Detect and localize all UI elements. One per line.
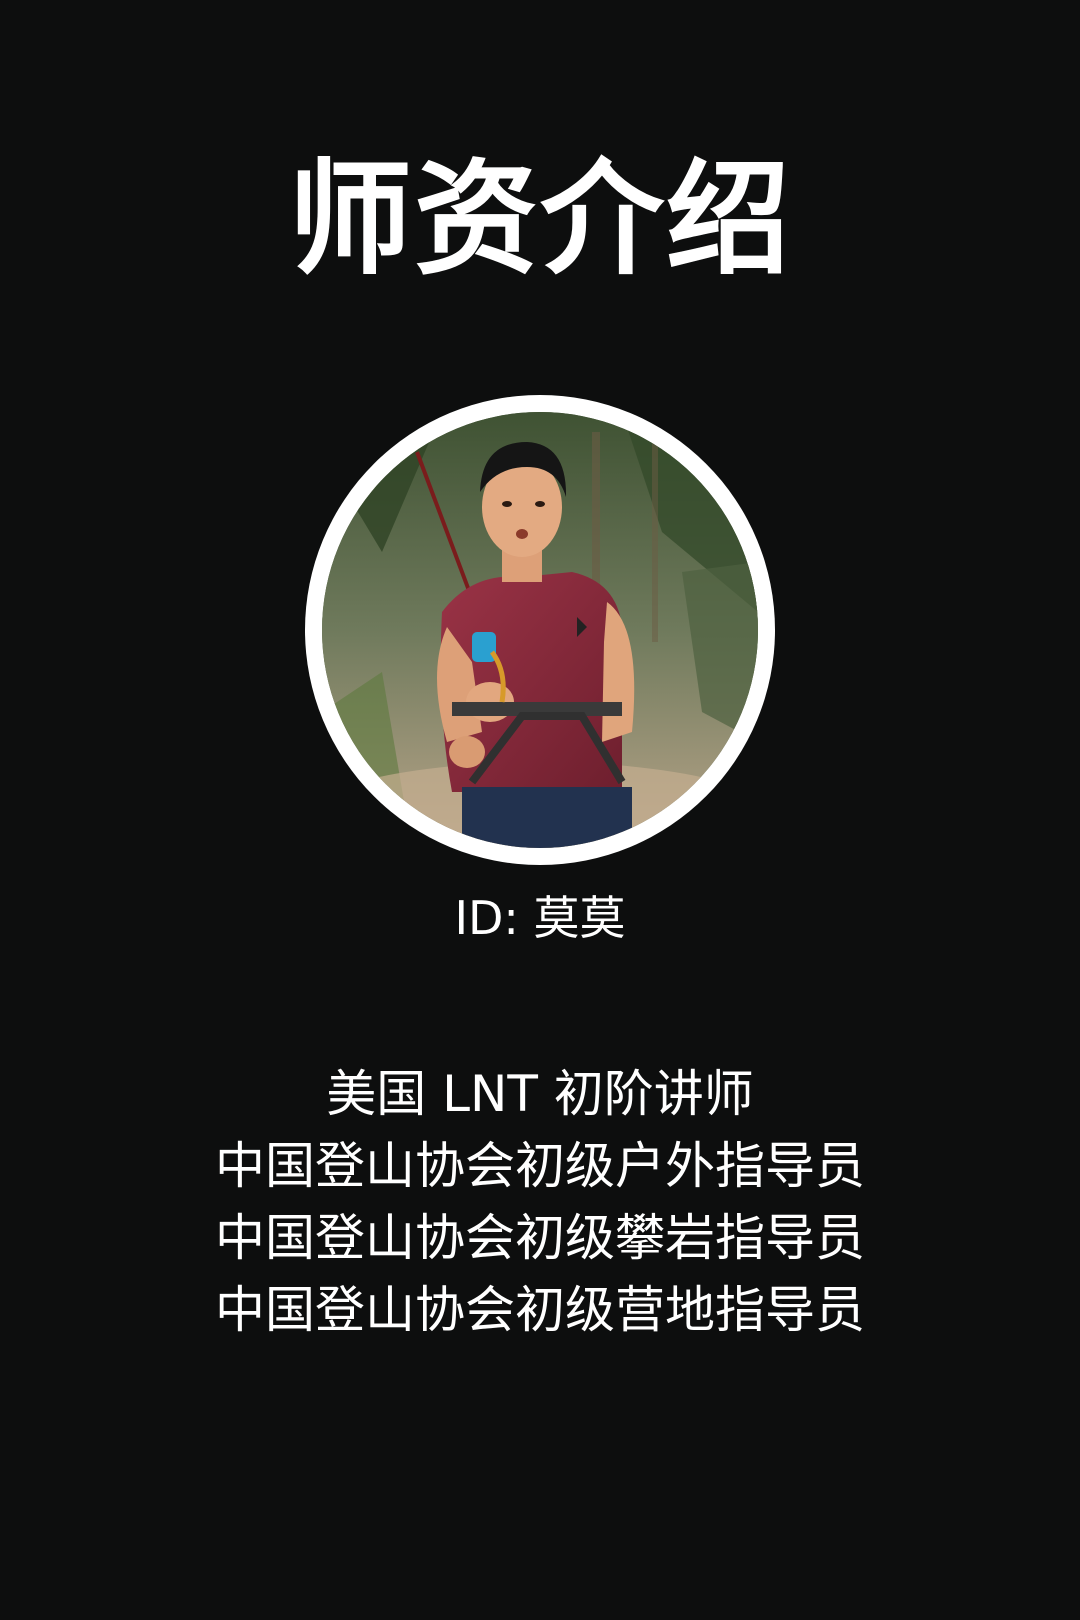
climber-portrait-photo — [322, 412, 758, 848]
page-title: 师资介绍 — [287, 148, 792, 292]
credential-item: 美国 LNT 初阶讲师 — [326, 1065, 754, 1123]
credential-item: 中国登山协会初级攀岩指导员 — [215, 1209, 865, 1267]
credential-item: 中国登山协会初级营地指导员 — [215, 1281, 865, 1339]
avatar — [322, 412, 758, 848]
instructor-id: ID: 莫莫 — [454, 891, 626, 945]
avatar-frame — [305, 395, 775, 865]
credential-item: 中国登山协会初级户外指导员 — [215, 1137, 865, 1195]
instructor-intro-page: 师资介绍 ID: 莫莫 美国 LNT 初阶讲师 中国登山协会初级户外指导员 中国… — [0, 0, 1080, 1620]
credentials-list: 美国 LNT 初阶讲师 中国登山协会初级户外指导员 中国登山协会初级攀岩指导员 … — [0, 1058, 1080, 1346]
